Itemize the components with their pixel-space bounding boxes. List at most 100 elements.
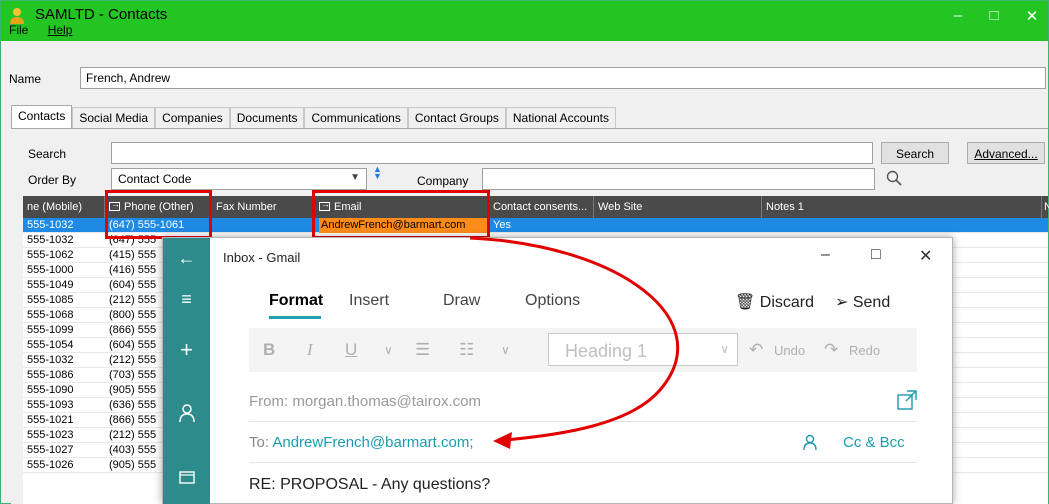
- subject-field[interactable]: RE: PROPOSAL - Any questions?: [249, 476, 490, 494]
- tab-national-accounts[interactable]: National Accounts: [505, 107, 616, 129]
- cell-phone-other: (703) 555: [109, 369, 157, 381]
- cell-phone-other: (905) 555: [109, 384, 157, 396]
- cell-consent: Yes: [493, 219, 511, 231]
- chevron-down-icon: ▼: [350, 172, 360, 183]
- cell-phone-other: (866) 555: [109, 414, 157, 426]
- chevron-down-icon[interactable]: ∨: [384, 343, 393, 357]
- search-input[interactable]: [111, 142, 873, 164]
- chevron-down-icon[interactable]: ∨: [501, 343, 510, 357]
- italic-button[interactable]: I: [307, 340, 313, 360]
- tab-communications[interactable]: Communications: [304, 107, 408, 129]
- order-by-select[interactable]: Contact Code ▼: [111, 168, 367, 190]
- cell-mobile: 555-1068: [27, 309, 74, 321]
- cell-mobile: 555-1027: [27, 444, 74, 456]
- trash-icon: 🗑: [735, 294, 756, 311]
- mail-close-button[interactable]: ✕: [919, 246, 932, 266]
- underline-button[interactable]: U: [345, 340, 357, 360]
- menu-help[interactable]: Help: [48, 23, 73, 37]
- cell-mobile: 555-1099: [27, 324, 74, 336]
- cell-mobile: 555-1090: [27, 384, 74, 396]
- mail-window-title: Inbox - Gmail: [223, 250, 301, 265]
- search-button[interactable]: Search: [881, 142, 949, 164]
- tab-companies[interactable]: Companies: [155, 107, 230, 129]
- tab-options[interactable]: Options: [525, 292, 580, 310]
- tab-documents[interactable]: Documents: [229, 107, 305, 129]
- menu-icon[interactable]: ≡: [163, 289, 210, 310]
- to-label: To:: [249, 434, 270, 451]
- cell-mobile: 555-1032: [27, 219, 74, 231]
- tab-strip: Contacts Social Media Companies Document…: [11, 105, 616, 129]
- cell-mobile: 555-1032: [27, 354, 74, 366]
- cell-phone-other: (403) 555: [109, 444, 157, 456]
- numbered-list-icon[interactable]: ☷: [459, 340, 474, 360]
- send-icon: ➢: [835, 294, 849, 311]
- back-arrow-icon[interactable]: ←: [163, 248, 210, 269]
- col-mobile[interactable]: ne (Mobile): [23, 196, 105, 218]
- tab-insert[interactable]: Insert: [349, 292, 389, 310]
- email-callout-box: [312, 190, 490, 239]
- cell-phone-other: (415) 555: [109, 249, 157, 261]
- plus-icon[interactable]: +: [163, 337, 210, 363]
- undo-label: Undo: [774, 343, 806, 358]
- format-toolbar: B I U ∨ ☰ ☷ ∨ Heading 1 ∨ ↶ Undo ↷ Redo: [249, 328, 917, 372]
- menu-bar: File Help: [9, 23, 88, 39]
- tab-format[interactable]: Format: [269, 292, 323, 310]
- tab-contact-groups[interactable]: Contact Groups: [407, 107, 506, 129]
- cell-mobile: 555-1049: [27, 279, 74, 291]
- col-consents[interactable]: Contact consents...: [489, 196, 594, 218]
- bold-button[interactable]: B: [263, 340, 275, 360]
- send-button[interactable]: ➢ Send: [835, 292, 890, 312]
- col-website[interactable]: Web Site: [594, 196, 762, 218]
- cc-bcc-button[interactable]: Cc & Bcc: [843, 434, 905, 451]
- mail-minimize-button[interactable]: –: [821, 246, 830, 264]
- from-address: morgan.thomas@tairox.com: [292, 393, 481, 410]
- cell-phone-other: (905) 555: [109, 459, 157, 471]
- to-address[interactable]: AndrewFrench@barmart.com;: [272, 434, 473, 451]
- cell-phone-other: (212) 555: [109, 354, 157, 366]
- tab-contacts[interactable]: Contacts: [11, 105, 73, 129]
- search-icon[interactable]: [885, 169, 903, 187]
- name-label: Name: [9, 72, 42, 86]
- chevron-down-icon: ∨: [720, 342, 729, 356]
- col-fax[interactable]: Fax Number: [212, 196, 315, 218]
- divider: [249, 462, 917, 463]
- col-notes[interactable]: Notes 1: [762, 196, 1042, 218]
- contact-picker-icon[interactable]: [803, 434, 817, 451]
- cell-phone-other: (604) 555: [109, 279, 157, 291]
- bullet-list-icon[interactable]: ☰: [415, 340, 430, 360]
- search-label: Search: [28, 147, 67, 161]
- cell-mobile: 555-1062: [27, 249, 74, 261]
- divider: [249, 421, 917, 422]
- company-input[interactable]: [482, 168, 875, 190]
- popout-icon[interactable]: [897, 390, 917, 410]
- order-by-value: Contact Code: [118, 172, 192, 186]
- heading-style-select[interactable]: Heading 1 ∨: [548, 333, 738, 366]
- cell-mobile: 555-1085: [27, 294, 74, 306]
- gmail-compose-window: ← ≡ + Inbox - Gmail – □ ✕ Format Insert …: [162, 237, 953, 504]
- close-button[interactable]: ✕: [1017, 7, 1047, 27]
- maximize-button[interactable]: □: [979, 7, 1009, 27]
- mail-sidebar: ← ≡ +: [163, 238, 210, 504]
- to-row[interactable]: To: AndrewFrench@barmart.com;: [249, 434, 473, 451]
- tab-draw[interactable]: Draw: [443, 292, 480, 310]
- cell-mobile: 555-1021: [27, 414, 74, 426]
- undo-icon[interactable]: ↶: [749, 340, 763, 360]
- mail-maximize-button[interactable]: □: [871, 246, 881, 264]
- person-icon[interactable]: [178, 403, 196, 423]
- cell-phone-other: (636) 555: [109, 399, 157, 411]
- phone-callout-box: [105, 190, 212, 239]
- cell-mobile: 555-1093: [27, 399, 74, 411]
- redo-icon[interactable]: ↷: [824, 340, 838, 360]
- company-label: Company: [417, 174, 469, 188]
- sort-direction-icon[interactable]: ▲ ▼: [373, 165, 382, 181]
- name-field[interactable]: French, Andrew: [80, 67, 1046, 89]
- tab-social-media[interactable]: Social Media: [72, 107, 156, 129]
- from-label: From:: [249, 393, 289, 410]
- col-notes-2[interactable]: No: [1042, 196, 1049, 218]
- folder-icon[interactable]: [179, 470, 195, 484]
- discard-button[interactable]: 🗑 Discard: [735, 292, 814, 312]
- advanced-button[interactable]: Advanced...: [967, 142, 1045, 164]
- minimize-button[interactable]: –: [943, 7, 973, 27]
- cell-mobile: 555-1023: [27, 429, 74, 441]
- menu-file[interactable]: File: [9, 23, 28, 37]
